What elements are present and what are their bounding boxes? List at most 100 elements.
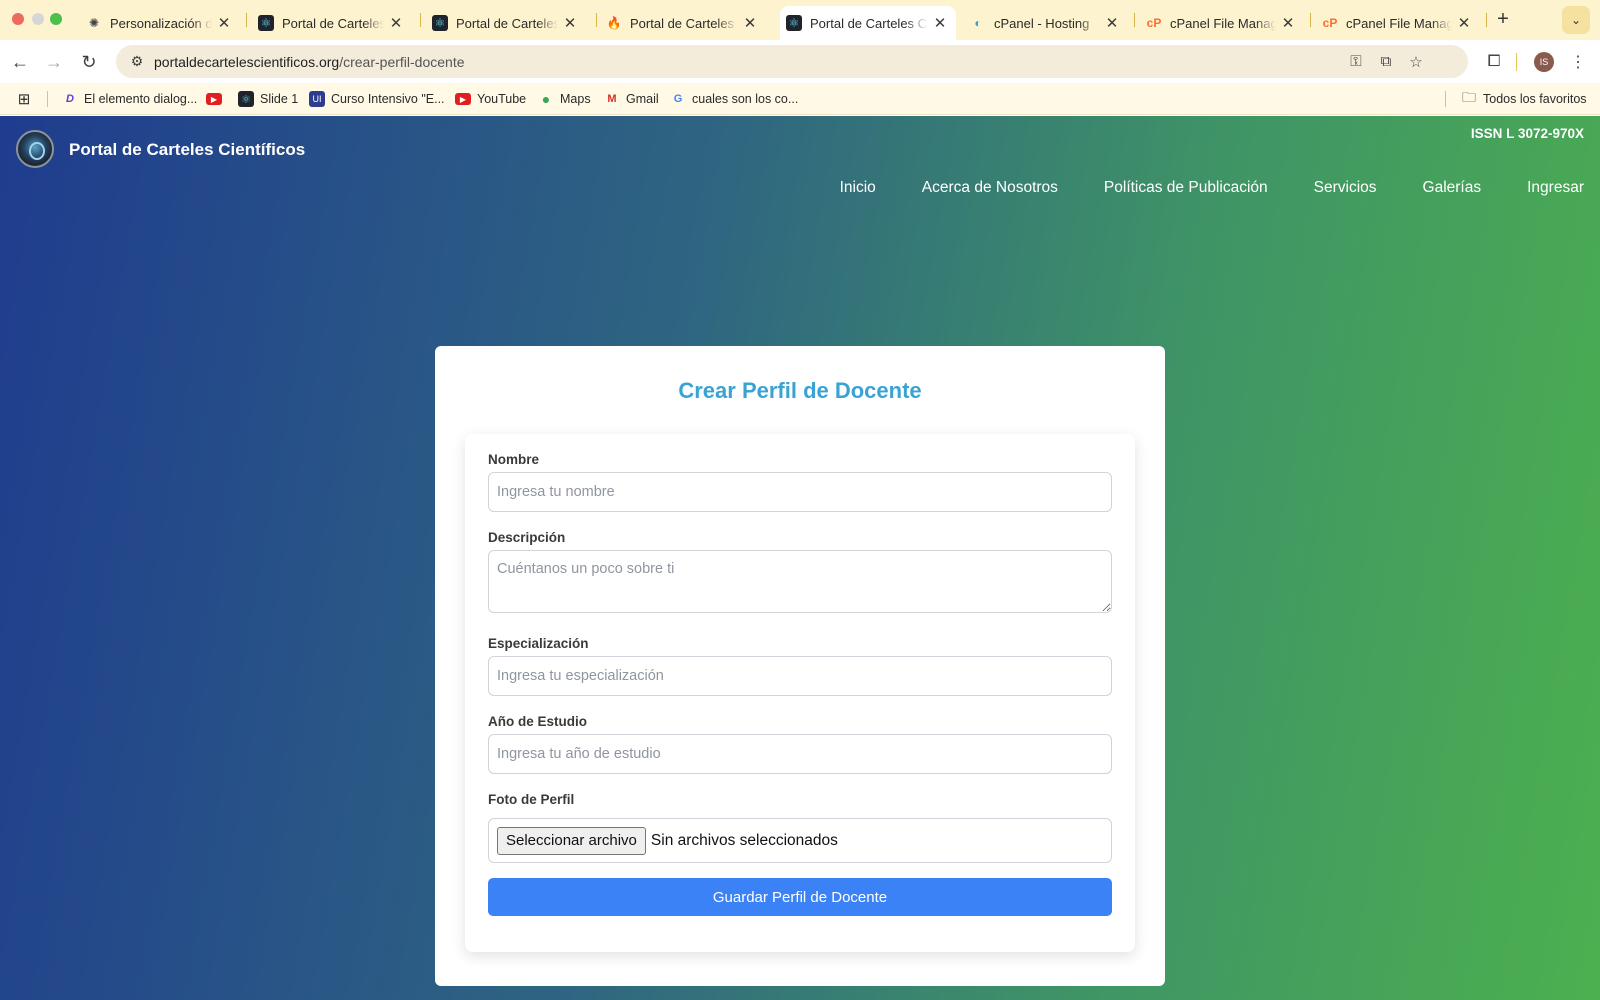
close-tab-icon[interactable]: ✕ [1456,14,1472,32]
close-tab-icon[interactable]: ✕ [742,14,758,32]
anio-de-estudio-input[interactable] [488,734,1112,774]
bookmark-curso-intensivo[interactable]: UI Curso Intensivo "E... [309,83,445,115]
reload-icon[interactable]: ↻ [75,48,103,76]
browser-tab-bar: ✺ Personalización de l ✕ ⚛ Portal de Car… [0,0,1600,40]
close-tab-icon[interactable]: ✕ [1280,14,1296,32]
bookmark-label: YouTube [477,92,527,106]
browser-tab-4[interactable]: 🔥 Portal de Carteles C ✕ [600,6,766,40]
nav-galerias[interactable]: Galerías [1423,179,1482,197]
profile-photo-file-input[interactable]: Seleccionar archivo Sin archivos selecci… [488,818,1112,863]
tab-title: cPanel File Manager [1346,15,1452,31]
select-file-button[interactable]: Seleccionar archivo [497,826,646,855]
react-icon: ⚛ [786,15,802,31]
bookmark-label: cuales son los co... [692,92,799,106]
especializacion-label: Especialización [488,636,589,651]
descripcion-label: Descripción [488,530,566,545]
tab-title: Personalización de l [110,15,212,31]
kebab-menu-icon[interactable]: ⋮ [1564,48,1592,76]
tab-divider [1134,13,1135,27]
youtube-icon: ▶ [206,93,222,105]
site-logo[interactable] [16,130,54,168]
save-profile-button[interactable]: Guardar Perfil de Docente [488,878,1112,916]
browser-tab-1[interactable]: ✺ Personalización de l ✕ [80,6,240,40]
address-bar[interactable]: ⚙ portaldecartelescientificos.org/crear-… [116,45,1468,78]
extensions-puzzle-icon[interactable]: ⧠ [1480,48,1508,76]
nav-ingresar[interactable]: Ingresar [1527,179,1584,197]
url-text[interactable]: portaldecartelescientificos.org/crear-pe… [154,54,465,70]
url-path: /crear-perfil-docente [339,53,465,70]
tab-title: Portal de Carteles C [630,15,738,31]
profile-avatar[interactable]: IS [1534,52,1554,72]
d-icon: D [66,93,74,105]
key-icon[interactable]: ⚿ [1342,45,1370,78]
bookmark-youtube-1[interactable]: ▶ [206,83,228,115]
course-icon: UI [309,91,325,107]
nav-acerca-de-nosotros[interactable]: Acerca de Nosotros [922,179,1058,197]
close-tab-icon[interactable]: ✕ [562,14,578,32]
close-tab-icon[interactable]: ✕ [932,14,948,32]
browser-tab-3[interactable]: ⚛ Portal de Carteles C ✕ [426,6,586,40]
bookmarks-bar: ⊞ D El elemento dialog... ▶ ⚛ Slide 1 UI… [0,83,1600,115]
main-navigation: Inicio Acerca de Nosotros Políticas de P… [840,179,1584,197]
tab-divider [596,13,597,27]
nav-politicas-de-publicacion[interactable]: Políticas de Publicación [1104,179,1268,197]
foto-de-perfil-label: Foto de Perfil [488,792,575,807]
bookmark-label: Maps [560,92,591,106]
bookmark-google-search[interactable]: G cuales son los co... [670,83,799,115]
descripcion-textarea[interactable] [488,550,1112,613]
tab-divider [1486,13,1487,27]
close-tab-icon[interactable]: ✕ [216,14,232,32]
browser-tab-7[interactable]: cP cPanel File Manager ✕ [1140,6,1304,40]
nav-inicio[interactable]: Inicio [840,179,876,197]
site-settings-icon[interactable]: ⚙ [120,53,154,70]
browser-tab-8[interactable]: cP cPanel File Manager ✕ [1316,6,1480,40]
close-tab-icon[interactable]: ✕ [388,14,404,32]
firebase-icon: 🔥 [606,16,622,30]
forward-arrow-icon[interactable]: → [40,48,68,76]
star-bookmark-icon[interactable]: ☆ [1402,45,1430,78]
anio-de-estudio-label: Año de Estudio [488,714,587,729]
bookmark-youtube-2[interactable]: ▶ YouTube [455,83,526,115]
page-content: Portal de Carteles Científicos ISSN L 30… [0,116,1600,1000]
bookmark-maps[interactable]: ● Maps [538,83,591,115]
maps-pin-icon: ● [541,91,551,107]
bookmark-divider [47,91,48,107]
all-bookmarks-folder[interactable]: 🗀 Todos los favoritos [1461,83,1587,115]
bookmark-elemento-dialog[interactable]: D El elemento dialog... [62,83,197,115]
tab-divider [246,13,247,27]
browser-toolbar: ← → ↻ ⚙ portaldecartelescientificos.org/… [0,40,1600,83]
folder-icon: 🗀 [1462,89,1476,105]
maximize-window-button[interactable] [50,13,62,25]
close-window-button[interactable] [12,13,24,25]
profile-form-card: Crear Perfil de Docente Nombre Descripci… [435,346,1165,986]
minimize-window-button[interactable] [32,13,44,25]
hosting-icon: ◐ [974,16,982,30]
tab-search-chevron-icon[interactable]: ⌄ [1562,6,1590,34]
apps-grid-icon[interactable]: ⊞ [16,83,38,115]
tab-divider [420,13,421,27]
nombre-input[interactable] [488,472,1112,512]
site-title[interactable]: Portal de Carteles Científicos [69,140,305,160]
browser-tab-5-active[interactable]: ⚛ Portal de Carteles C ✕ [780,6,956,40]
back-arrow-icon[interactable]: ← [6,48,34,76]
new-tab-button[interactable]: + [1490,6,1516,32]
react-icon: ⚛ [432,15,448,31]
bookmark-slide-1[interactable]: ⚛ Slide 1 [238,83,298,115]
bookmark-label: El elemento dialog... [84,92,198,106]
browser-tab-6[interactable]: ◐ cPanel - Hosting ✕ [964,6,1128,40]
nav-servicios[interactable]: Servicios [1314,179,1377,197]
google-icon: G [673,93,683,105]
bookmark-gmail[interactable]: M Gmail [604,83,659,115]
bookmark-label: Gmail [626,92,659,106]
react-icon: ⚛ [238,91,254,107]
bookmark-label: Curso Intensivo "E... [331,92,445,106]
close-tab-icon[interactable]: ✕ [1104,14,1120,32]
bookmark-label: Slide 1 [260,92,299,106]
tab-title: Portal de Carteles C [810,15,928,31]
open-external-icon[interactable]: ⧉ [1372,45,1400,78]
url-domain: portaldecartelescientificos.org [154,53,340,70]
browser-tab-2[interactable]: ⚛ Portal de Carteles C ✕ [252,6,412,40]
especializacion-input[interactable] [488,656,1112,696]
gmail-icon: M [607,93,617,105]
issn-label: ISSN L 3072-970X [1470,126,1584,141]
